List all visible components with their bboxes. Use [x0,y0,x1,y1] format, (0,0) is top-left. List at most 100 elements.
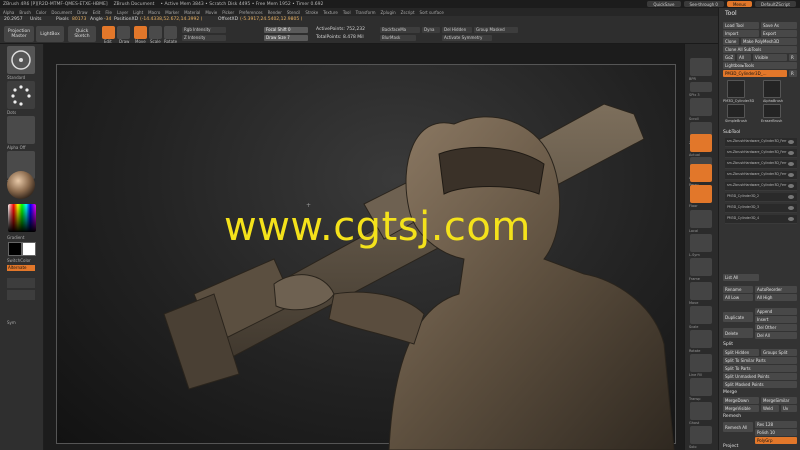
del-hidden-button[interactable]: Del Hidden [442,27,472,33]
color-picker[interactable] [8,204,36,232]
see-through-slider[interactable]: See-through 0 [683,1,724,7]
del-other-button[interactable]: Del Other [755,324,797,331]
frame-button[interactable] [690,258,712,276]
activate-symmetry-button[interactable]: Activate Symmetry [442,35,492,41]
subtool-row[interactable]: PM3D_Cylinder3D_2 [725,193,797,202]
all-high-button[interactable]: All High [755,294,797,301]
menu-document[interactable]: Document [51,10,72,15]
scroll-button[interactable] [690,98,712,116]
spix-slider[interactable] [690,82,712,92]
subtool-row[interactable]: sm-ZbrushHardware_Cylinder3D_Ferr [725,160,797,169]
clone-button[interactable]: Clone [723,38,739,45]
backface-mask-button[interactable]: BackfaceMa [380,27,420,33]
eye-icon[interactable] [788,173,794,177]
export-button[interactable]: Export [761,30,797,37]
split-parts-button[interactable]: Split To Parts [723,365,797,372]
menu-light[interactable]: Light [133,10,143,15]
duplicate-button[interactable]: Duplicate [723,312,753,322]
menu-zplugin[interactable]: Zplugin [381,10,396,15]
subtool-row[interactable]: sm-ZbrushHardware_Cylinder3D_Ferr [725,138,797,147]
menu-render[interactable]: Render [268,10,282,15]
projection-master-button[interactable]: Projection Master [4,26,34,42]
subtool-row[interactable]: PM3D_Cylinder3D_4 [725,215,797,224]
merge-header[interactable]: Merge [723,390,737,395]
menu-picker[interactable]: Picker [222,10,234,15]
current-tool-slider[interactable]: PM3D_Cylinder3D_... [723,70,787,77]
lightbox-tools-button[interactable]: Lightbox▸Tools [723,62,797,69]
persp-button[interactable] [690,164,712,182]
actual-button[interactable] [690,134,712,152]
scale-view-button[interactable] [690,306,712,324]
material-sphere-button[interactable] [7,171,35,199]
menu-edit[interactable]: Edit [93,10,101,15]
goz-button[interactable]: GoZ [723,54,735,61]
res-slider[interactable]: Res 128 [755,421,797,428]
menus-button[interactable]: Menus [726,1,753,7]
rotate-button[interactable] [164,26,177,39]
tool-palette-title[interactable]: Tool [725,10,737,17]
shelf-slot-2[interactable] [7,290,35,300]
menu-movie[interactable]: Movie [205,10,217,15]
current-tool-r-button[interactable]: R [789,70,797,77]
del-all-button[interactable]: Del All [755,332,797,339]
polish-slider[interactable]: Polish 10 [755,429,797,436]
menu-transform[interactable]: Transform [356,10,376,15]
subtool-row[interactable]: sm-ZbrushHardware_Cylinder3D_Ferr [725,171,797,180]
split-header[interactable]: Split [723,342,733,347]
menu-marker[interactable]: Marker [165,10,179,15]
menu-draw[interactable]: Draw [77,10,87,15]
menu-sort-surface[interactable]: Sort surface [420,10,444,15]
eye-icon[interactable] [788,184,794,188]
list-all-button[interactable]: List All [723,274,759,281]
split-masked-button[interactable]: Split Masked Points [723,381,797,388]
insert-button[interactable]: Insert [755,316,797,323]
weld-button[interactable]: Weld [761,405,779,412]
rename-button[interactable]: Rename [723,286,753,293]
merge-down-button[interactable]: MergeDown [723,397,759,404]
subtool-row[interactable]: sm-ZbrushHardware_Cylinder3D_Ferr [725,182,797,191]
menu-texture[interactable]: Texture [323,10,338,15]
uv-button[interactable]: Uv [781,405,797,412]
polygrp-button[interactable]: PolyGrp [755,437,797,444]
menu-alpha[interactable]: Alpha [3,10,14,15]
menu-zscript[interactable]: Zscript [401,10,415,15]
local-button[interactable] [690,210,712,228]
menu-macro[interactable]: Macro [148,10,160,15]
auto-reorder-button[interactable]: AutoReorder [755,286,797,293]
alternate-button[interactable]: Alternate [7,265,35,271]
menu-material[interactable]: Material [184,10,200,15]
delete-button[interactable]: Delete [723,328,753,338]
eye-icon[interactable] [788,162,794,166]
move-button[interactable] [134,26,147,39]
lsym-button[interactable] [690,234,712,252]
lightbox-button[interactable]: LightBox [36,26,64,42]
subtool-row[interactable]: PM3D_Cylinder3D_3 [725,204,797,213]
focal-shift-slider[interactable]: Focal Shift 0 [264,27,308,33]
rgb-intensity-slider[interactable]: Rgb Intensity [182,27,226,33]
blur-mask-slider[interactable]: BlurMask [380,35,416,41]
default-script-button[interactable]: DefaultZScript [755,1,796,7]
secondary-color-swatch[interactable] [22,242,36,256]
goz-visible-button[interactable]: Visible [753,54,787,61]
z-intensity-slider[interactable]: Z Intensity [182,35,226,41]
eye-icon[interactable] [788,140,794,144]
project-header[interactable]: Project [723,444,738,449]
all-low-button[interactable]: All Low [723,294,753,301]
eye-icon[interactable] [788,151,794,155]
dynamic-button[interactable]: Dyna [422,27,440,33]
line-fill-button[interactable] [690,354,712,372]
move-view-button[interactable] [690,282,712,300]
edit-button[interactable] [102,26,115,39]
main-color-swatch[interactable] [8,242,22,256]
menu-layer[interactable]: Layer [117,10,128,15]
split-similar-button[interactable]: Split To Similar Parts [723,357,797,364]
menu-brush[interactable]: Brush [19,10,31,15]
menu-color[interactable]: Color [36,10,46,15]
eye-icon[interactable] [788,217,794,221]
shelf-slot-1[interactable] [7,278,35,288]
solo-button[interactable] [690,426,712,444]
draw-size-slider[interactable]: Draw Size 7 [264,35,308,41]
tool-thumb-cylinder[interactable] [727,80,745,98]
clone-all-subtools-button[interactable]: Clone All SubTools [723,46,797,53]
merge-similar-button[interactable]: MergeSimilar [761,397,797,404]
